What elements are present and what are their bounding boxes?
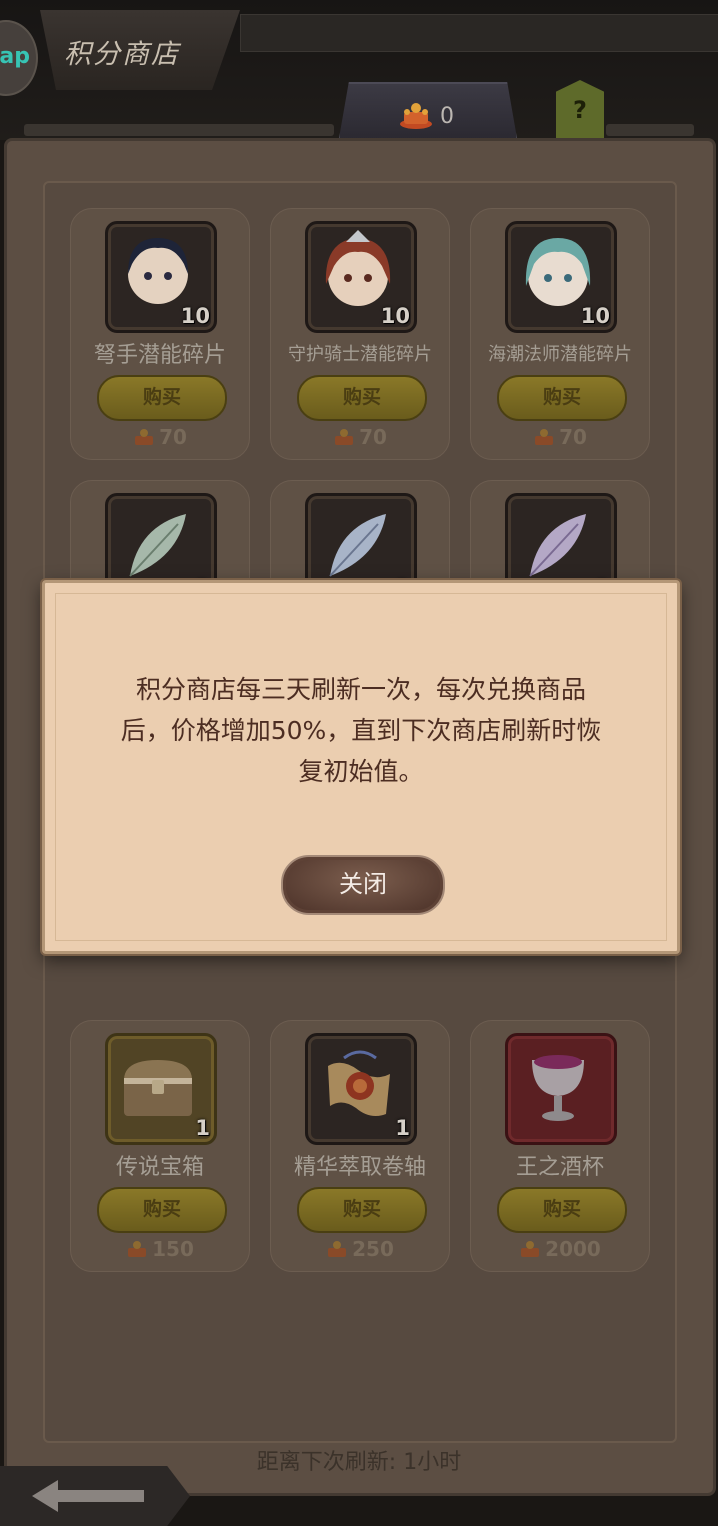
item-name: 海潮法师潜能碎片 xyxy=(488,344,632,365)
buy-button[interactable]: 购买 xyxy=(297,375,427,421)
points-crown-icon xyxy=(535,429,554,445)
item-name: 弩手潜能碎片 xyxy=(93,343,226,368)
points-crown-icon xyxy=(521,1241,540,1257)
back-button[interactable] xyxy=(0,1466,190,1526)
goblet-icon xyxy=(532,1055,584,1121)
dialog-message: 积分商店每三天刷新一次，每次兑换商品 后，价格增加50%，直到下次商店刷新时恢 … xyxy=(95,669,627,792)
points-crown-icon xyxy=(135,429,154,445)
item-price: 150 xyxy=(71,1237,249,1261)
buy-button[interactable]: 购买 xyxy=(297,1187,427,1233)
shop-item-card[interactable]: 10 守护骑士潜能碎片 购买 70 xyxy=(270,208,450,460)
help-icon: ? xyxy=(573,96,587,124)
item-price: 250 xyxy=(271,1237,449,1261)
item-quantity: 1 xyxy=(395,1116,410,1140)
dialog-message-line: 复初始值。 xyxy=(298,757,424,786)
dialog-message-line: 后，价格增加50%，直到下次商店刷新时恢 xyxy=(120,716,602,745)
item-name: 守护骑士潜能碎片 xyxy=(288,344,432,365)
app-badge: ap xyxy=(0,44,30,69)
item-quantity: 10 xyxy=(180,304,210,328)
item-price: 70 xyxy=(71,425,249,449)
shop-item-card[interactable]: 1 传说宝箱 购买 150 xyxy=(70,1020,250,1272)
item-name: 传说宝箱 xyxy=(115,1155,204,1180)
page-title: 积分商店 xyxy=(64,39,180,70)
shop-item-card[interactable]: 王之酒杯 购买 2000 xyxy=(470,1020,650,1272)
item-name: 精华萃取卷轴 xyxy=(293,1155,426,1180)
item-frame: 1 xyxy=(105,1033,217,1145)
currency-display xyxy=(338,82,518,144)
dialog-message-line: 积分商店每三天刷新一次，每次兑换商品 xyxy=(135,675,586,704)
item-quantity: 1 xyxy=(195,1116,210,1140)
item-name: 王之酒杯 xyxy=(515,1155,604,1180)
info-dialog: 积分商店每三天刷新一次，每次兑换商品 后，价格增加50%，直到下次商店刷新时恢 … xyxy=(42,580,680,954)
item-quantity: 10 xyxy=(580,304,610,328)
header-rail-left xyxy=(24,124,334,136)
item-frame: 10 xyxy=(505,221,617,333)
points-crown-icon xyxy=(128,1241,147,1257)
item-frame: 10 xyxy=(305,221,417,333)
shop-item-card[interactable]: 10 海潮法师潜能碎片 购买 70 xyxy=(470,208,650,460)
item-frame xyxy=(505,1033,617,1145)
item-frame: 10 xyxy=(105,221,217,333)
back-arrow-icon xyxy=(32,1480,144,1512)
top-strip xyxy=(240,14,718,52)
item-quantity: 10 xyxy=(380,304,410,328)
item-price: 2000 xyxy=(471,1237,649,1261)
points-crown-icon xyxy=(400,103,432,129)
item-frame: 1 xyxy=(305,1033,417,1145)
shop-item-card[interactable]: 10 弩手潜能碎片 购买 70 xyxy=(70,208,250,460)
buy-button[interactable]: 购买 xyxy=(497,1187,627,1233)
close-button[interactable]: 关闭 xyxy=(281,855,445,915)
header-rail-right xyxy=(606,124,694,136)
item-price: 70 xyxy=(271,425,449,449)
currency-count: 0 xyxy=(440,104,454,129)
points-crown-icon xyxy=(335,429,354,445)
shop-item-card[interactable]: 1 精华萃取卷轴 购买 250 xyxy=(270,1020,450,1272)
points-crown-icon xyxy=(328,1241,347,1257)
help-button[interactable]: ? xyxy=(556,80,604,138)
buy-button[interactable]: 购买 xyxy=(97,1187,227,1233)
item-price: 70 xyxy=(471,425,649,449)
buy-button[interactable]: 购买 xyxy=(97,375,227,421)
treasure-chest-icon xyxy=(124,1060,192,1116)
buy-button[interactable]: 购买 xyxy=(497,375,627,421)
scroll-icon xyxy=(328,1050,390,1116)
